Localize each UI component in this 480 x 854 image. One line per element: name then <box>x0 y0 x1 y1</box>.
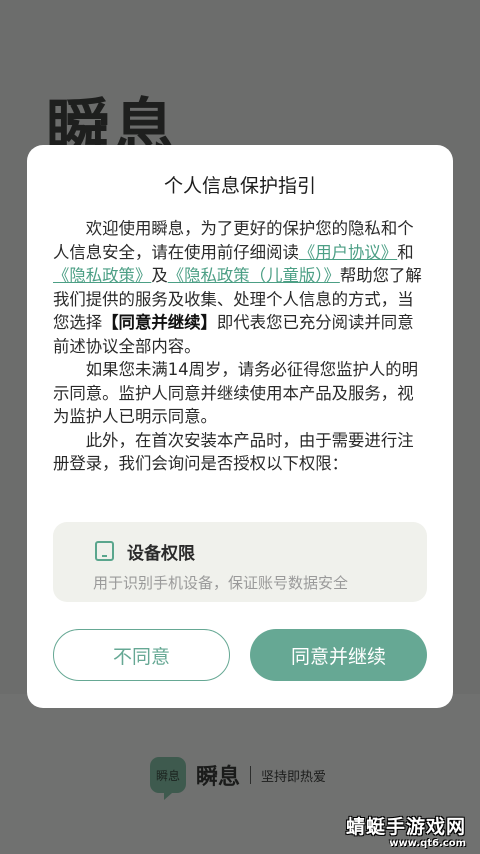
dialog-body: 欢迎使用瞬息，为了更好的保护您的隐私和个人信息安全，请在使用前仔细阅读《用户协议… <box>53 217 429 476</box>
minor-paragraph: 如果您未满14周岁，请务必征得您监护人的明示同意。监护人同意并继续使用本产品及服… <box>53 360 419 426</box>
child-privacy-policy-link[interactable]: 《隐私政策（儿童版）》 <box>168 266 340 285</box>
brand-slogan: 坚持即热爱 <box>261 769 327 785</box>
permission-title: 设备权限 <box>127 544 195 564</box>
phone-icon <box>95 541 114 561</box>
intro-text-3: 及 <box>151 266 168 285</box>
disagree-button[interactable]: 不同意 <box>53 629 230 681</box>
agree-highlight: 【同意并继续】 <box>102 313 217 332</box>
agree-continue-button[interactable]: 同意并继续 <box>250 629 427 681</box>
privacy-dialog: 个人信息保护指引 欢迎使用瞬息，为了更好的保护您的隐私和个人信息安全，请在使用前… <box>27 145 453 708</box>
intro-text-2: 和 <box>397 242 414 262</box>
watermark: 蜻蜓手游戏网 www.qt6.com <box>346 816 466 850</box>
intro-paragraph: 欢迎使用瞬息，为了更好的保护您的隐私和个人信息安全，请在使用前仔细阅读《用户协议… <box>53 217 429 358</box>
watermark-main: 蜻蜓手游戏网 <box>345 816 466 838</box>
brand-separator <box>250 766 252 784</box>
user-agreement-link[interactable]: 《用户协议》 <box>299 243 397 262</box>
permission-intro-paragraph: 此外，在首次安装本产品时，由于需要进行注册登录，我们会询问是否授权以下权限： <box>53 430 414 474</box>
brand-footer: 瞬息 瞬息 坚持即热爱 <box>150 752 326 798</box>
brand-name: 瞬息 <box>196 765 241 790</box>
app-logo-icon: 瞬息 <box>150 757 186 793</box>
device-permission-card: 设备权限 用于识别手机设备，保证账号数据安全 <box>53 522 427 602</box>
privacy-policy-link[interactable]: 《隐私政策》 <box>53 266 151 285</box>
permission-description: 用于识别手机设备，保证账号数据安全 <box>93 574 349 592</box>
dialog-title: 个人信息保护指引 <box>163 175 316 197</box>
watermark-url: www.qt6.com <box>389 838 466 849</box>
